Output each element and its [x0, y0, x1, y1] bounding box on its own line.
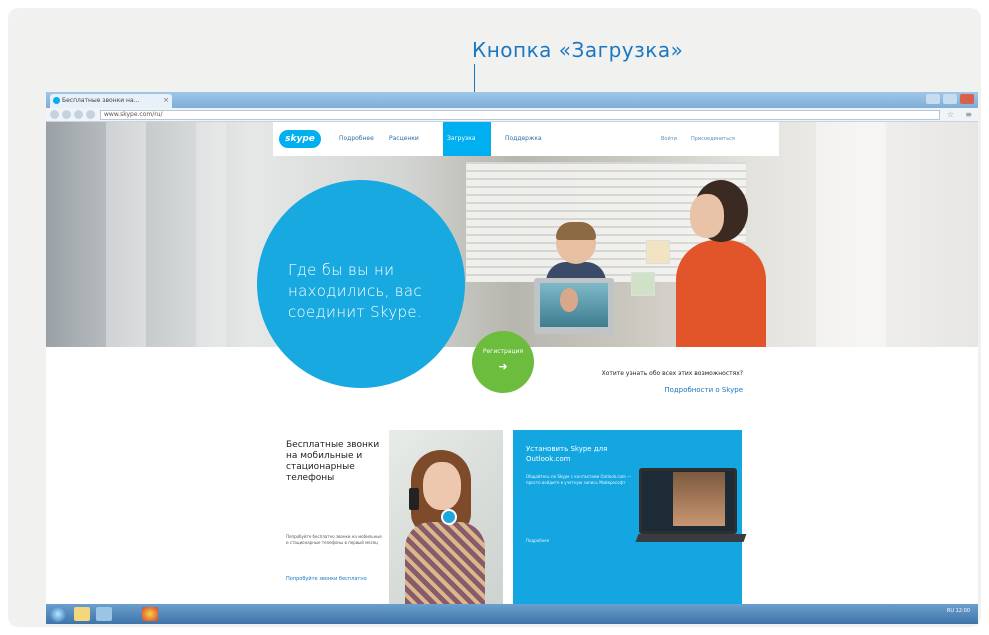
tab-title: Бесплатные звонки на... [62, 97, 140, 104]
page-viewport: skype Подробнее Расценки Загрузка Поддер… [46, 122, 978, 604]
promo-calls-body: Попробуйте бесплатно звонки на мобильные… [286, 534, 382, 545]
nav-link-support[interactable]: Поддержка [501, 122, 546, 156]
close-window-button[interactable] [960, 94, 974, 104]
promo-calls-link[interactable]: Попробуйте звонки бесплатно [286, 576, 384, 582]
more-about-skype-link[interactable]: Подробности о Skype [521, 386, 743, 394]
register-button-label[interactable]: Регистрация [472, 348, 534, 355]
browser-icon[interactable] [142, 607, 158, 621]
nav-link-pricing[interactable]: Расценки [385, 122, 423, 156]
nav-link-download[interactable]: Загрузка [443, 122, 491, 156]
home-icon[interactable] [86, 110, 95, 119]
screenshot: Бесплатные звонки на... × www.skype.com/… [46, 92, 978, 624]
media-player-icon[interactable] [96, 607, 112, 621]
skype-logo[interactable]: skype [279, 130, 321, 148]
promo-photo-woman [389, 430, 503, 604]
laptop-image [534, 278, 614, 334]
maximize-button[interactable] [943, 94, 957, 104]
promo-outlook-card: Установить Skype для Outlook.com Общайте… [513, 430, 747, 604]
address-bar-row: www.skype.com/ru/ ☆ ≡ [46, 108, 978, 122]
phone-icon [409, 488, 419, 510]
more-question-text: Хотите узнать обо всех этих возможностях… [601, 370, 743, 377]
laptop-image [635, 468, 747, 560]
skype-favicon-icon [53, 97, 60, 104]
star-icon[interactable]: ☆ [947, 110, 954, 119]
window-light [106, 122, 146, 347]
back-icon[interactable] [50, 110, 59, 119]
forward-icon[interactable] [62, 110, 71, 119]
shelf-picture [646, 240, 670, 264]
window-controls [926, 94, 974, 104]
windows-taskbar: RU 12:00 [46, 604, 978, 624]
explorer-icon[interactable] [74, 607, 90, 621]
reload-icon[interactable] [74, 110, 83, 119]
window-light [816, 122, 886, 347]
promo-outlook-body: Общайтесь по Skype с контактами Outlook.… [526, 474, 632, 485]
figure-frame: Кнопка «Загрузка» Бесплатные звонки на..… [8, 8, 981, 627]
nav-link-details[interactable]: Подробнее [335, 122, 378, 156]
window-light [196, 122, 226, 347]
woman-figure [672, 180, 768, 347]
promo-outlook-link[interactable]: Подробнее [526, 538, 636, 543]
sign-in-link[interactable]: Войти [661, 122, 677, 156]
shelf-picture [631, 272, 655, 296]
system-tray[interactable]: RU 12:00 [947, 608, 970, 614]
start-button[interactable] [50, 606, 66, 622]
play-icon[interactable] [441, 509, 457, 525]
tab-close-icon[interactable]: × [163, 96, 169, 104]
url-input[interactable]: www.skype.com/ru/ [100, 110, 940, 120]
hero-headline: Где бы вы ни находились, вас соединит Sk… [288, 261, 422, 321]
promo-calls-title: Бесплатные звонки на мобильные и стацион… [286, 440, 380, 483]
join-link[interactable]: Присоединиться [691, 122, 735, 156]
menu-icon[interactable]: ≡ [965, 110, 972, 119]
promo-outlook-title: Установить Skype для Outlook.com [526, 445, 608, 463]
browser-tab-bar: Бесплатные звонки на... × [46, 92, 978, 108]
browser-tab[interactable]: Бесплатные звонки на... × [50, 94, 172, 108]
promo-calls-card: Бесплатные звонки на мобильные и стацион… [279, 430, 389, 604]
site-navigation: skype Подробнее Расценки Загрузка Поддер… [273, 122, 779, 156]
callout-label: Кнопка «Загрузка» [472, 38, 684, 62]
minimize-button[interactable] [926, 94, 940, 104]
